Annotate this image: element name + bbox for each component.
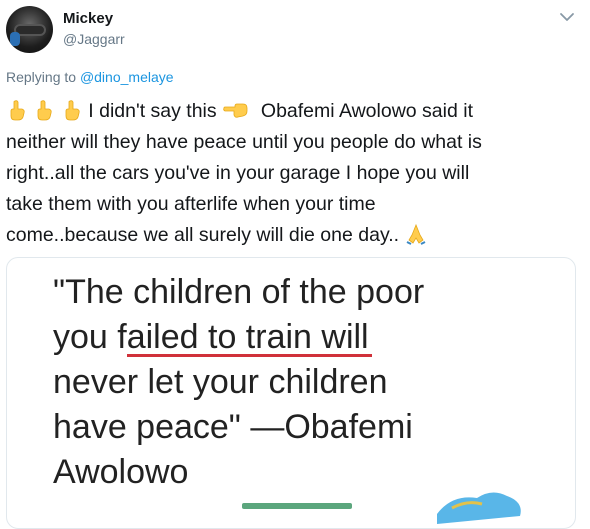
reply-mention-link[interactable]: @dino_melaye	[80, 69, 174, 85]
tweet-text-line-2: neither will they have peace until you p…	[6, 131, 482, 153]
quote-line-2-underlined: failed to train	[117, 318, 312, 356]
quote-line-1: "The children of the poor	[53, 273, 425, 311]
chevron-down-icon[interactable]	[558, 10, 576, 24]
tweet-text-line-3: right..all the cars you've in your garag…	[6, 162, 470, 184]
tweet-text: I didn't say this Obafemi Awolowo said i…	[6, 96, 586, 251]
pointing-up-icon	[10, 100, 25, 121]
tweet-text-line-1-b: Obafemi Awolowo said it	[260, 100, 473, 122]
image-decoration-strip	[242, 503, 352, 509]
red-underline	[127, 354, 372, 357]
tweet: Mickey @Jaggarr Replying to @dino_melaye…	[0, 0, 590, 529]
avatar[interactable]	[6, 6, 53, 53]
quote-line-2-pre: you	[53, 318, 118, 356]
replying-to: Replying to @dino_melaye	[6, 69, 174, 85]
tweet-text-line-5: come..because we all surely will die one…	[6, 224, 400, 246]
tweet-text-line-4: take them with you afterlife when your t…	[6, 193, 376, 215]
quote-line-3: never let your children	[53, 363, 388, 401]
tweet-text-line-1-a: I didn't say this	[88, 100, 217, 122]
pointing-up-icon	[38, 100, 53, 121]
replying-to-label: Replying to	[6, 69, 77, 85]
quote-line-2-post: will	[311, 318, 369, 356]
pointing-up-icon	[65, 100, 80, 121]
image-decoration-blob	[437, 492, 521, 524]
quote-image-card[interactable]: "The children of the poor you failed to …	[6, 257, 576, 529]
quote-line-5: Awolowo	[53, 453, 189, 491]
display-name[interactable]: Mickey	[63, 10, 113, 27]
quote-image-text: "The children of the poor you failed to …	[53, 270, 424, 495]
tweet-text-line-1: I didn't say this Obafemi Awolowo said i…	[6, 96, 586, 127]
quote-line-4: have peace" —Obafemi	[53, 408, 413, 446]
tweet-text-line-5-wrap: come..because we all surely will die one…	[6, 220, 586, 251]
user-handle[interactable]: @Jaggarr	[63, 31, 125, 47]
pointing-left-icon	[223, 103, 248, 118]
folded-hands-icon	[406, 223, 425, 245]
